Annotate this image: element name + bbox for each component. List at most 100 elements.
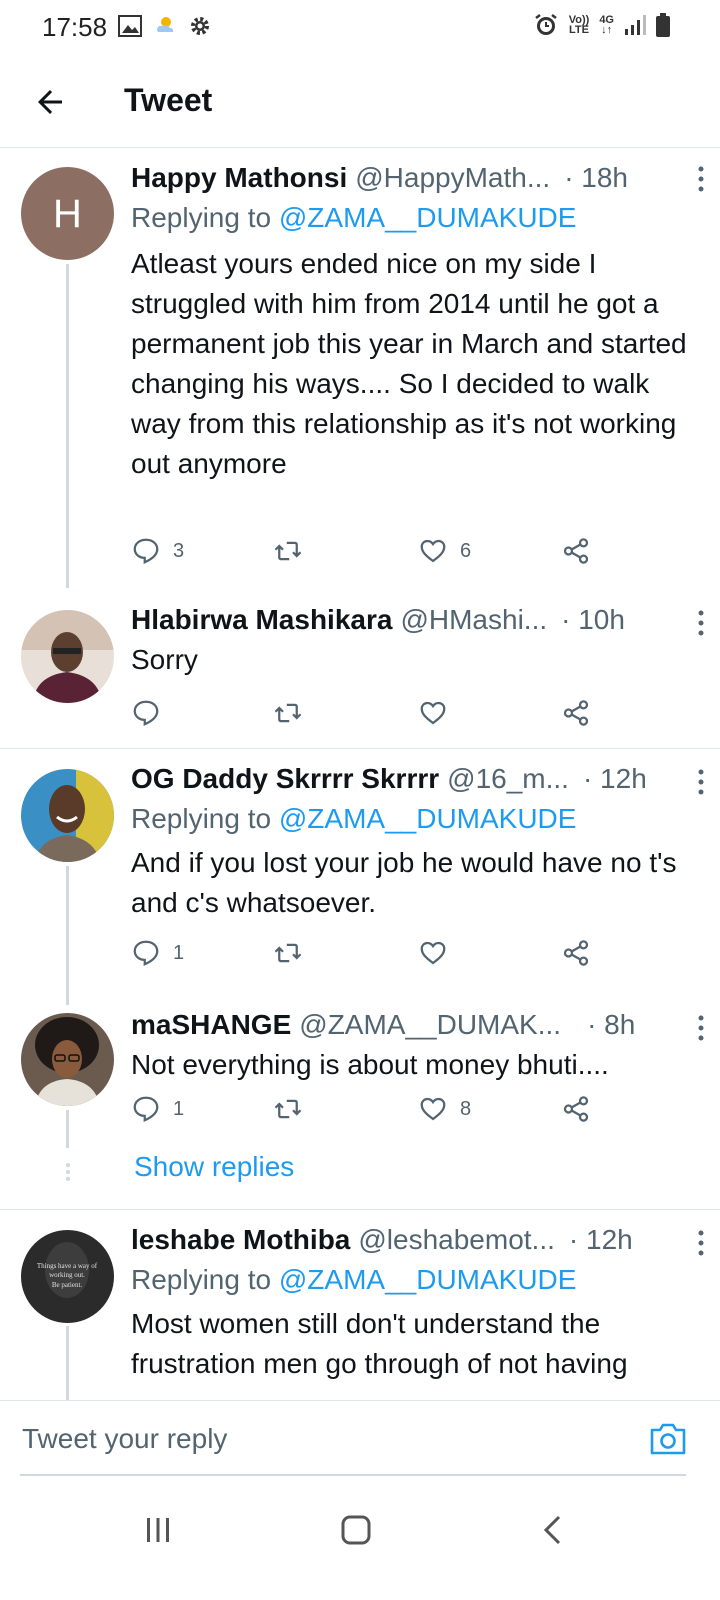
volte-indicator: Vo)) LTE xyxy=(568,14,590,36)
like-icon xyxy=(420,1097,446,1121)
retweet-button[interactable] xyxy=(273,1094,315,1124)
replying-to: Replying to @ZAMA__DUMAKUDE xyxy=(131,1264,577,1295)
retweet-icon xyxy=(274,703,302,723)
avatar[interactable] xyxy=(21,769,114,862)
like-button[interactable] xyxy=(418,938,460,968)
more-icon[interactable] xyxy=(698,1230,704,1256)
app-bar: Tweet xyxy=(0,56,720,148)
display-name[interactable]: OG Daddy Skrrrr Skrrrr xyxy=(131,759,439,799)
share-button[interactable] xyxy=(561,698,591,728)
status-time: 17:58 xyxy=(42,12,108,42)
home-icon[interactable] xyxy=(336,1510,376,1550)
thread-line xyxy=(66,1110,69,1148)
tweet-time: · 8h xyxy=(587,1009,636,1040)
composer-underline xyxy=(20,1474,686,1476)
network-type: 4G ↓↑ xyxy=(599,14,614,36)
tweet[interactable]: Things have a way of working out. Be patie… xyxy=(0,1210,720,1400)
tweet-text: And if you lost your job he would have n… xyxy=(131,847,677,918)
show-replies-link[interactable]: Show replies xyxy=(134,1151,294,1183)
tweet-time: · 18h xyxy=(564,162,629,193)
user-handle: @HappyMath... xyxy=(355,162,551,193)
gallery-icon xyxy=(118,15,142,37)
user-handle: @HMashi... xyxy=(400,604,548,635)
signal-icon xyxy=(625,15,646,35)
svg-text:working out.: working out. xyxy=(49,1271,85,1279)
alarm-icon xyxy=(534,14,557,35)
avatar[interactable] xyxy=(21,610,114,703)
share-button[interactable] xyxy=(561,938,591,968)
battery-icon xyxy=(656,13,670,37)
svg-text:Things have a way of: Things have a way of xyxy=(37,1262,98,1270)
more-icon[interactable] xyxy=(698,1015,704,1041)
tweet-actions xyxy=(131,698,601,738)
tweet[interactable]: H Happy Mathonsi @HappyMath... · 18h Rep… xyxy=(0,148,720,588)
like-icon xyxy=(420,701,446,725)
weather-icon xyxy=(157,17,174,32)
recent-apps-icon[interactable] xyxy=(138,1510,178,1550)
reply-button[interactable]: 1 xyxy=(131,938,184,968)
retweet-icon xyxy=(274,541,302,561)
mention-link[interactable]: @ZAMA__DUMAKUDE xyxy=(279,1264,577,1295)
like-button[interactable] xyxy=(418,698,460,728)
tweet-actions: 1 8 xyxy=(131,1094,601,1134)
reply-button[interactable]: 1 xyxy=(131,1094,184,1124)
more-icon[interactable] xyxy=(698,166,704,192)
tweet-text: Most women still don't understand the fr… xyxy=(131,1308,628,1379)
like-button[interactable]: 6 xyxy=(418,536,471,566)
retweet-icon xyxy=(274,1099,302,1119)
page-title: Tweet xyxy=(124,82,213,118)
like-icon xyxy=(420,941,446,965)
reply-icon xyxy=(133,538,159,564)
back-icon[interactable] xyxy=(534,1510,574,1550)
user-handle: @leshabemot... xyxy=(358,1224,555,1255)
back-arrow-icon[interactable] xyxy=(32,84,68,120)
thread-line xyxy=(66,866,69,1005)
display-name[interactable]: maSHANGE xyxy=(131,1005,291,1045)
tweet-actions: 3 6 xyxy=(131,536,601,576)
replying-to: Replying to @ZAMA__DUMAKUDE xyxy=(131,202,577,233)
retweet-button[interactable] xyxy=(273,536,315,566)
reply-button[interactable]: 3 xyxy=(131,536,184,566)
svg-text:H: H xyxy=(53,192,82,236)
tweet-actions: 1 xyxy=(131,938,601,978)
tweet-text: Sorry xyxy=(131,644,198,675)
display-name[interactable]: Hlabirwa Mashikara xyxy=(131,600,392,640)
retweet-icon xyxy=(274,943,302,963)
more-icon[interactable] xyxy=(698,610,704,636)
camera-icon[interactable] xyxy=(648,1421,688,1457)
svg-text:Be patient.: Be patient. xyxy=(52,1281,83,1289)
share-icon xyxy=(563,1096,589,1122)
tweet-time: · 12h xyxy=(568,1224,633,1255)
mention-link[interactable]: @ZAMA__DUMAKUDE xyxy=(279,202,577,233)
share-icon xyxy=(563,538,589,564)
avatar[interactable]: H xyxy=(21,167,114,260)
thread-line xyxy=(66,264,69,588)
reply-composer[interactable]: Tweet your reply xyxy=(0,1400,720,1478)
user-handle: @ZAMA__DUMAK... xyxy=(299,1009,562,1040)
collapsed-thread-icon xyxy=(66,1163,70,1181)
avatar[interactable] xyxy=(21,1013,114,1106)
reply-icon xyxy=(133,1096,159,1122)
conversation-thread[interactable]: H Happy Mathonsi @HappyMath... · 18h Rep… xyxy=(0,148,720,1400)
reply-button[interactable] xyxy=(131,698,173,728)
share-icon xyxy=(563,700,589,726)
tweet[interactable]: Hlabirwa Mashikara @HMashi... · 10h Sorr… xyxy=(0,588,720,748)
retweet-button[interactable] xyxy=(273,938,315,968)
settings-icon xyxy=(191,17,209,35)
share-icon xyxy=(563,940,589,966)
reply-input[interactable]: Tweet your reply xyxy=(22,1423,227,1455)
thread-line xyxy=(66,1326,69,1400)
reply-icon xyxy=(133,940,159,966)
avatar[interactable]: Things have a way of working out. Be patie… xyxy=(21,1230,114,1323)
display-name[interactable]: Happy Mathonsi xyxy=(131,158,347,198)
replying-to: Replying to @ZAMA__DUMAKUDE xyxy=(131,803,577,834)
tweet-text: Not everything is about money bhuti.... xyxy=(131,1049,609,1080)
like-button[interactable]: 8 xyxy=(418,1094,471,1124)
retweet-button[interactable] xyxy=(273,698,315,728)
mention-link[interactable]: @ZAMA__DUMAKUDE xyxy=(279,803,577,834)
tweet-time: · 10h xyxy=(561,604,625,635)
display-name[interactable]: leshabe Mothiba xyxy=(131,1220,350,1260)
share-button[interactable] xyxy=(561,536,591,566)
share-button[interactable] xyxy=(561,1094,591,1124)
more-icon[interactable] xyxy=(698,769,704,795)
